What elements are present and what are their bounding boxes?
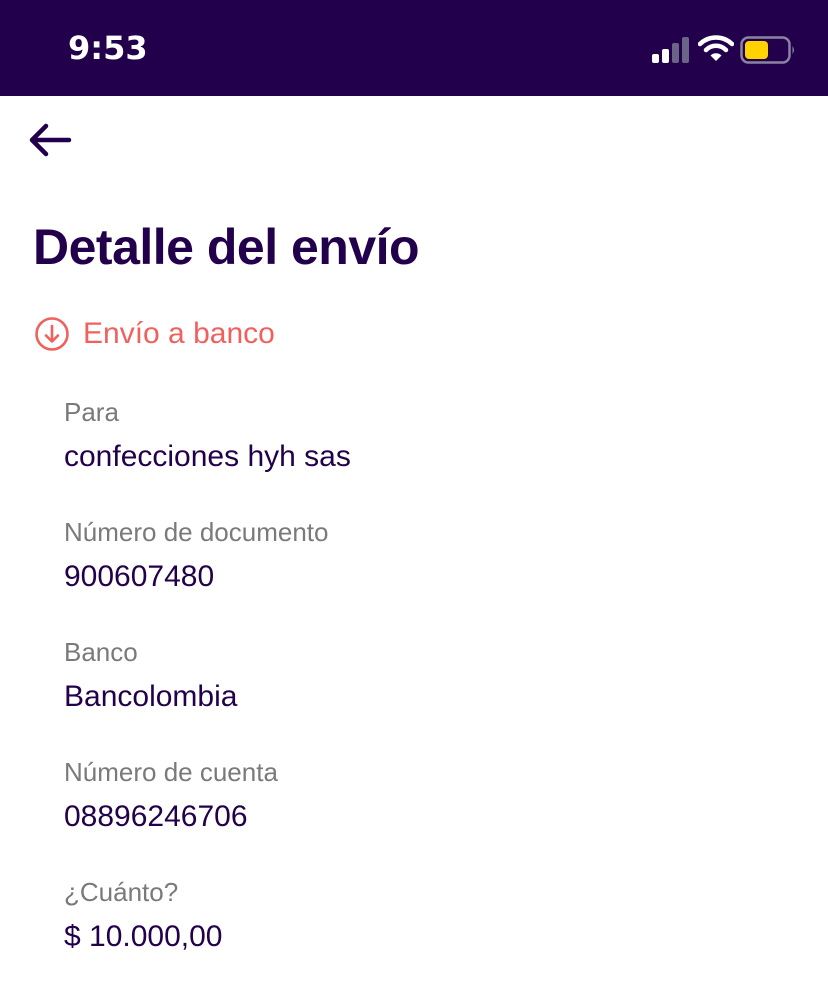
status-bar: 9:53	[0, 0, 828, 96]
detail-document-number: Número de documento 900607480	[64, 514, 328, 597]
transfer-type: Envío a banco	[34, 314, 275, 354]
transfer-type-label: Envío a banco	[83, 317, 275, 350]
detail-label: Número de documento	[64, 517, 329, 547]
detail-label: Para	[64, 397, 119, 427]
arrow-down-circle-icon	[35, 317, 69, 351]
page-title: Detalle del envío	[33, 219, 420, 275]
detail-value: $ 10.000,00	[64, 920, 223, 953]
detail-label: ¿Cuánto?	[64, 877, 179, 907]
signal-icon	[652, 37, 689, 63]
detail-value: Bancolombia	[64, 680, 238, 713]
arrow-left-icon	[29, 123, 72, 157]
status-time: 9:53	[68, 29, 148, 67]
detail-account-number: Número de cuenta 08896246706	[64, 754, 278, 837]
detail-value: confecciones hyh sas	[64, 440, 351, 473]
back-button[interactable]	[24, 114, 80, 170]
detail-amount: ¿Cuánto? $ 10.000,00	[64, 874, 222, 957]
detail-label: Banco	[64, 637, 138, 667]
detail-label: Número de cuenta	[64, 757, 278, 787]
detail-value: 900607480	[64, 560, 215, 593]
wifi-icon	[698, 35, 734, 61]
detail-bank: Banco Bancolombia	[64, 634, 237, 717]
detail-value: 08896246706	[64, 800, 248, 833]
detail-recipient: Para confecciones hyh sas	[64, 394, 351, 477]
battery-icon	[740, 36, 794, 64]
